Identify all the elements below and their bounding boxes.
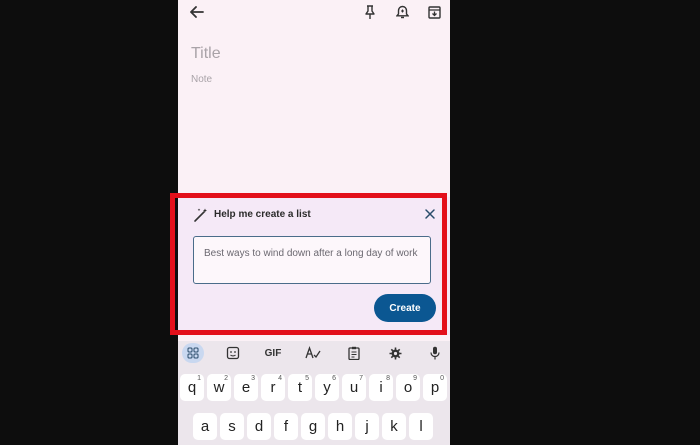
note-body-input[interactable]: Note [191, 74, 212, 85]
key-u[interactable]: u7 [342, 374, 366, 401]
on-screen-keyboard: GIF q1 w2 e3 r4 t5 y6 u7 i8 o9 p0 a s d [178, 341, 450, 445]
key-letter: q [187, 379, 197, 396]
key-e[interactable]: e3 [234, 374, 258, 401]
key-y[interactable]: y6 [315, 374, 339, 401]
sticker-icon[interactable] [222, 343, 244, 363]
key-number-hint: 3 [251, 375, 255, 382]
key-f[interactable]: f [274, 413, 298, 440]
highlight-frame [170, 193, 447, 335]
key-letter: o [403, 379, 413, 396]
key-letter: y [323, 379, 331, 396]
reminder-icon[interactable] [391, 2, 413, 22]
key-k[interactable]: k [382, 413, 406, 440]
key-number-hint: 4 [278, 375, 282, 382]
handwriting-icon[interactable] [302, 343, 324, 363]
key-p[interactable]: p0 [423, 374, 447, 401]
key-number-hint: 5 [305, 375, 309, 382]
key-letter: t [297, 379, 303, 396]
key-i[interactable]: i8 [369, 374, 393, 401]
top-toolbar [178, 0, 450, 26]
key-j[interactable]: j [355, 413, 379, 440]
key-number-hint: 1 [197, 375, 201, 382]
key-q[interactable]: q1 [180, 374, 204, 401]
key-r[interactable]: r4 [261, 374, 285, 401]
key-w[interactable]: w2 [207, 374, 231, 401]
key-l[interactable]: l [409, 413, 433, 440]
clipboard-icon[interactable] [343, 343, 365, 363]
settings-gear-icon[interactable] [384, 343, 406, 363]
key-letter: p [430, 379, 440, 396]
keyboard-toolbar: GIF [178, 341, 450, 365]
back-arrow-icon[interactable] [186, 2, 208, 22]
note-title-input[interactable]: Title [191, 45, 221, 63]
key-h[interactable]: h [328, 413, 352, 440]
key-number-hint: 7 [359, 375, 363, 382]
apps-grid-icon[interactable] [182, 343, 204, 363]
key-letter: w [213, 379, 225, 396]
key-letter: e [241, 379, 251, 396]
gif-icon[interactable]: GIF [262, 343, 284, 363]
key-a[interactable]: a [193, 413, 217, 440]
key-number-hint: 6 [332, 375, 336, 382]
key-number-hint: 0 [440, 375, 444, 382]
key-letter: i [379, 379, 383, 396]
key-d[interactable]: d [247, 413, 271, 440]
archive-icon[interactable] [423, 2, 445, 22]
key-number-hint: 8 [386, 375, 390, 382]
key-s[interactable]: s [220, 413, 244, 440]
key-number-hint: 9 [413, 375, 417, 382]
key-t[interactable]: t5 [288, 374, 312, 401]
pin-icon[interactable] [359, 2, 381, 22]
microphone-icon[interactable] [424, 343, 446, 363]
key-letter: u [349, 379, 359, 396]
key-number-hint: 2 [224, 375, 228, 382]
key-g[interactable]: g [301, 413, 325, 440]
key-letter: r [270, 379, 276, 396]
key-o[interactable]: o9 [396, 374, 420, 401]
